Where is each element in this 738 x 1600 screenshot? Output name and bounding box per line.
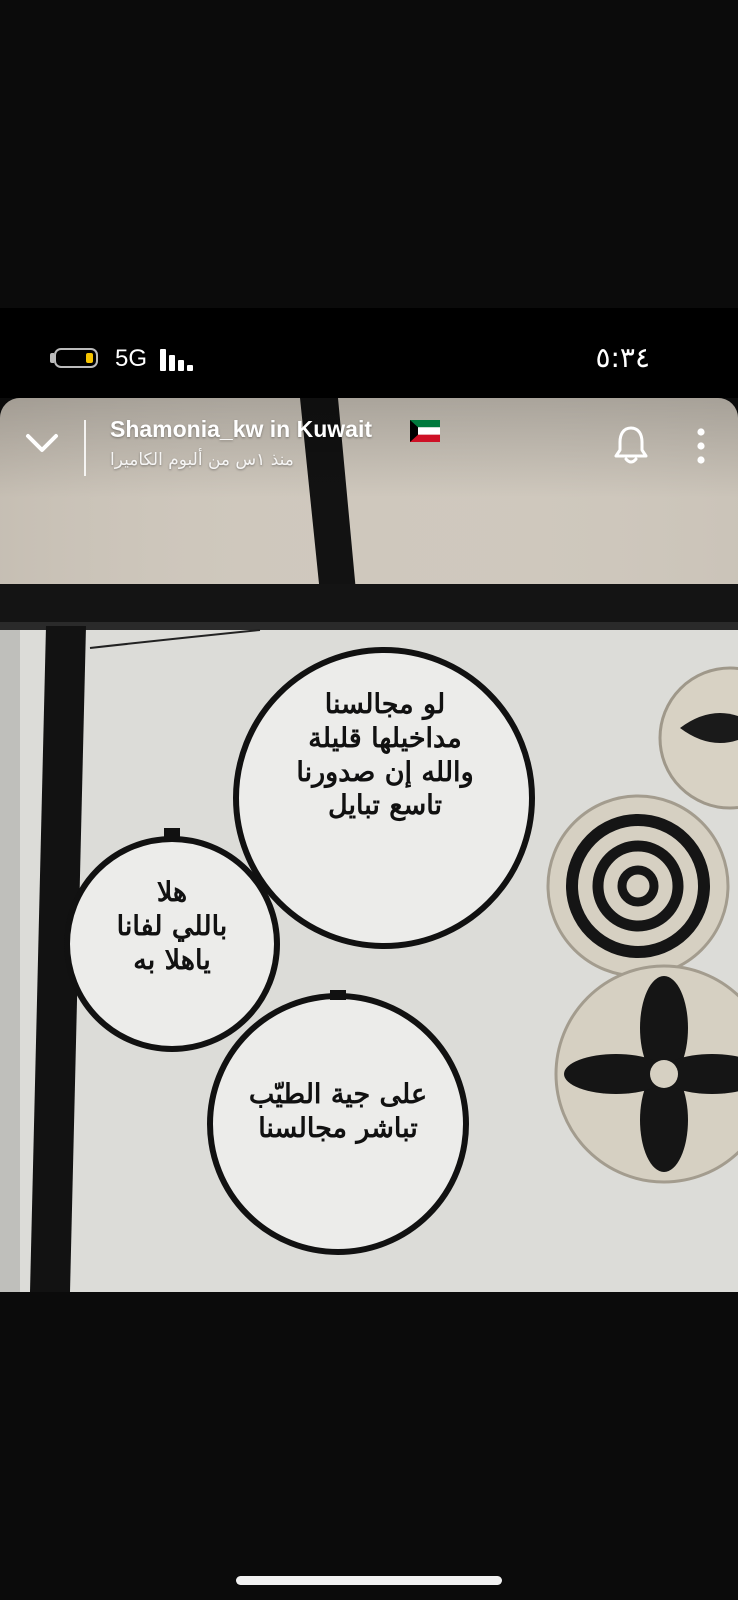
hoop-medium-line: تباشر مجالسنا (258, 1112, 418, 1144)
more-vertical-icon[interactable] (688, 426, 714, 466)
hoop-large-text: لو مجالسنا مداخيلها قليلة والله إن صدورن… (270, 688, 500, 823)
battery-icon (54, 348, 98, 368)
network-type: 5G (115, 345, 148, 372)
story-view[interactable]: لو مجالسنا مداخيلها قليلة والله إن صدورن… (0, 398, 738, 1292)
hoop-large-line: والله إن صدورنا (296, 756, 474, 788)
story-photo (0, 398, 738, 1292)
story-subtitle: منذ ١س من ألبوم الكاميرا (110, 450, 294, 470)
hoop-large-line: لو مجالسنا (324, 689, 446, 720)
battery-level-fill (86, 353, 93, 363)
chevron-down-icon[interactable] (24, 428, 60, 458)
status-bar: 5G ٥:٣٤ (0, 308, 738, 398)
hoop-large-line: تاسع تبايل (328, 790, 442, 822)
home-indicator[interactable] (236, 1576, 502, 1585)
status-time: ٥:٣٤ (595, 341, 650, 374)
hoop-small-line: باللي لفانا (116, 910, 228, 942)
signal-strength-icon (160, 347, 200, 371)
horizontal-beam (0, 584, 738, 622)
hoop-small-line: هلا (156, 877, 188, 908)
bell-icon[interactable] (612, 424, 650, 466)
story-username[interactable]: Shamonia_kw in Kuwait (110, 416, 372, 443)
hoop-medium-line: على جية الطيّب (248, 1079, 428, 1110)
beam-shadow (0, 622, 738, 630)
kuwait-flag-icon (410, 420, 440, 442)
hoop-medium-text: على جية الطيّب تباشر مجالسنا (228, 1078, 448, 1146)
story-header: Shamonia_kw in Kuwait منذ ١س من ألبوم ال… (0, 398, 738, 498)
wall-edge (0, 596, 20, 1292)
header-divider (84, 420, 86, 476)
hoop-large-line: مداخيلها قليلة (308, 722, 462, 754)
hoop-small-text: هلا باللي لفانا ياهلا به (92, 876, 252, 977)
hoop-small-line: ياهلا به (133, 944, 211, 976)
woven-plate-spiral (546, 794, 730, 978)
battery-nub (50, 353, 54, 363)
hoop-medium-clasp (330, 990, 346, 1000)
hoop-small-clasp (164, 828, 180, 838)
